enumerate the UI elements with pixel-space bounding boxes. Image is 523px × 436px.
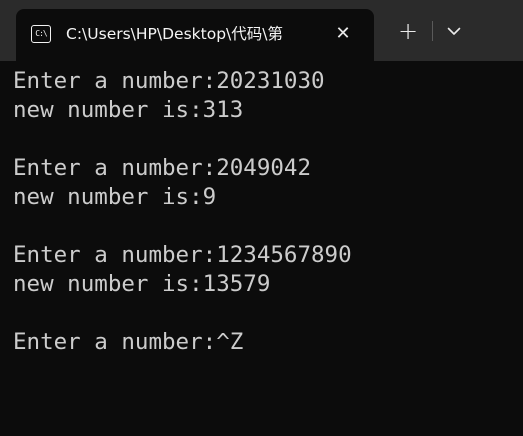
terminal-icon: C:\: [31, 25, 51, 43]
tab-title: C:\Users\HP\Desktop\代码\第: [66, 25, 283, 43]
title-bar: C:\ C:\Users\HP\Desktop\代码\第 ✕ +: [0, 0, 523, 61]
profile-dropdown-button[interactable]: [440, 14, 468, 48]
terminal-line: new number is:313: [13, 97, 244, 123]
close-tab-button[interactable]: ✕: [330, 21, 356, 47]
terminal-line: new number is:13579: [13, 271, 271, 297]
terminal-line: Enter a number:20231030: [13, 68, 325, 94]
toolbar-divider: [432, 21, 433, 41]
terminal-tab[interactable]: C:\ C:\Users\HP\Desktop\代码\第 ✕: [16, 9, 374, 61]
terminal-line: Enter a number:^Z: [13, 329, 244, 355]
chevron-down-icon: [447, 27, 461, 35]
terminal-line: Enter a number:2049042: [13, 155, 312, 181]
terminal-line: new number is:9: [13, 184, 217, 210]
terminal-line: Enter a number:1234567890: [13, 242, 352, 268]
terminal-output[interactable]: Enter a number:20231030 new number is:31…: [0, 61, 523, 436]
new-tab-button[interactable]: +: [390, 14, 426, 48]
